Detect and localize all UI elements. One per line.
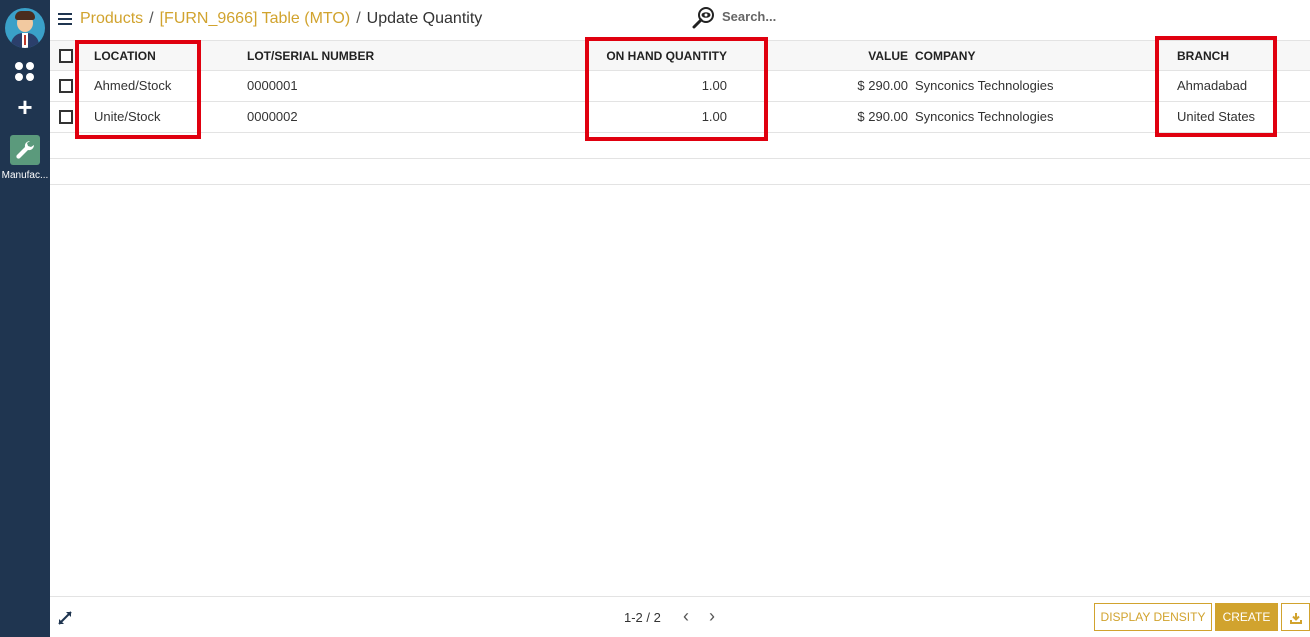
cell-value[interactable]: $ 290.00 (790, 102, 908, 132)
cell-company[interactable]: Synconics Technologies (915, 102, 1054, 132)
row-select-cell (59, 102, 73, 132)
quant-list-table: LOCATION LOT/SERIAL NUMBER ON HAND QUANT… (50, 40, 1310, 185)
avatar-hair (15, 11, 35, 20)
row-checkbox[interactable] (59, 109, 73, 124)
breadcrumb-products-link[interactable]: Products (80, 10, 143, 27)
download-icon (1289, 612, 1302, 624)
column-header-value[interactable]: VALUE (790, 41, 908, 71)
wrench-icon (16, 140, 35, 159)
breadcrumb-separator: / (149, 10, 154, 27)
create-button[interactable]: CREATE (1215, 603, 1278, 631)
apps-grid-icon[interactable] (15, 62, 35, 82)
column-header-branch[interactable]: BRANCH (1177, 41, 1229, 71)
column-header-lot[interactable]: LOT/SERIAL NUMBER (247, 41, 374, 71)
search-box (692, 6, 912, 32)
cell-branch[interactable]: United States (1177, 102, 1255, 132)
user-avatar[interactable] (5, 8, 45, 48)
empty-row (50, 133, 1310, 159)
table-header-row: LOCATION LOT/SERIAL NUMBER ON HAND QUANT… (50, 40, 1310, 71)
cell-on-hand[interactable]: 1.00 (550, 71, 727, 101)
add-icon[interactable]: + (14, 94, 36, 120)
breadcrumb: Products / [FURN_9666] Table (MTO) / Update … (80, 10, 482, 28)
row-checkbox[interactable] (59, 78, 73, 93)
table-row[interactable]: Ahmed/Stock 0000001 1.00 $ 290.00 Syncon… (50, 71, 1310, 102)
download-button[interactable] (1281, 603, 1310, 631)
pager-next-icon[interactable]: › (704, 607, 720, 625)
column-header-location[interactable]: LOCATION (94, 41, 156, 71)
pager-previous-icon[interactable]: ‹ (678, 607, 694, 625)
cell-on-hand[interactable]: 1.00 (550, 102, 727, 132)
app-rail: + Manufac... (0, 0, 50, 637)
cell-lot[interactable]: 0000002 (247, 102, 298, 132)
control-panel-header: Products / [FURN_9666] Table (MTO) / Update … (50, 0, 1310, 40)
menu-toggle-icon[interactable] (58, 13, 72, 25)
avatar-tie (24, 35, 26, 45)
search-icon[interactable] (692, 6, 716, 30)
search-input[interactable] (722, 9, 912, 24)
column-header-on-hand[interactable]: ON HAND QUANTITY (550, 41, 727, 71)
cell-company[interactable]: Synconics Technologies (915, 71, 1054, 101)
cell-location[interactable]: Unite/Stock (94, 102, 160, 132)
manufacturing-app-icon[interactable] (10, 135, 40, 165)
pager-value[interactable]: 1-2 / 2 (624, 610, 661, 625)
breadcrumb-separator: / (356, 10, 361, 27)
cell-lot[interactable]: 0000001 (247, 71, 298, 101)
breadcrumb-current: Update Quantity (366, 10, 483, 27)
cell-value[interactable]: $ 290.00 (790, 71, 908, 101)
expand-icon[interactable] (58, 611, 72, 625)
table-row[interactable]: Unite/Stock 0000002 1.00 $ 290.00 Syncon… (50, 102, 1310, 133)
empty-row (50, 159, 1310, 185)
footer-bar: 1-2 / 2 ‹ › DISPLAY DENSITY CREATE (50, 596, 1310, 637)
display-density-button[interactable]: DISPLAY DENSITY (1094, 603, 1212, 631)
breadcrumb-product-link[interactable]: [FURN_9666] Table (MTO) (160, 10, 351, 27)
cell-location[interactable]: Ahmed/Stock (94, 71, 171, 101)
select-all-checkbox[interactable] (59, 48, 73, 63)
column-header-company[interactable]: COMPANY (915, 41, 975, 71)
cell-branch[interactable]: Ahmadabad (1177, 71, 1247, 101)
select-all-cell (59, 41, 73, 71)
manufacturing-app-label[interactable]: Manufac... (0, 170, 50, 181)
row-select-cell (59, 71, 73, 101)
